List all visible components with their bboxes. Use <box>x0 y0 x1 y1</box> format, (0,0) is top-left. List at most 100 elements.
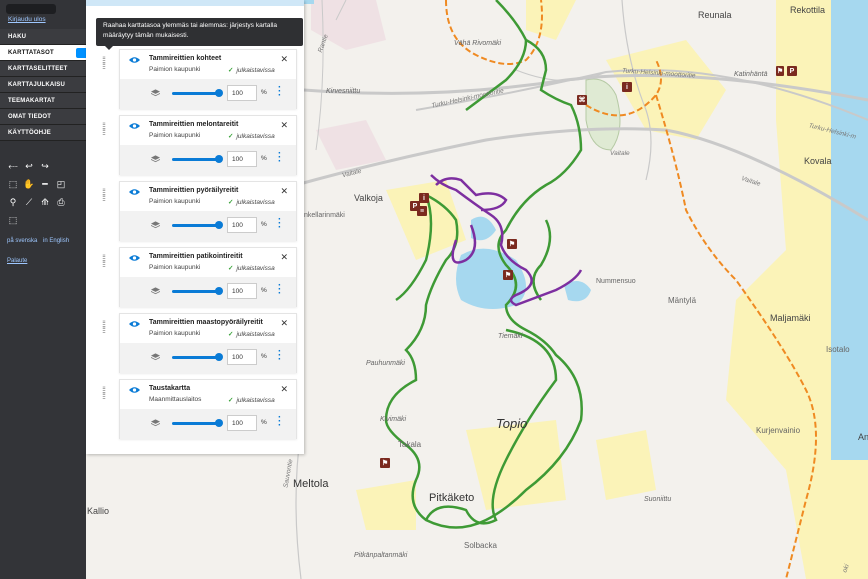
nav-item-karttatasot[interactable]: KARTTATASOT <box>0 45 86 61</box>
place-valkoja: Valkoja <box>354 193 383 203</box>
opacity-slider-handle[interactable] <box>215 89 223 97</box>
zoom-box-icon[interactable]: ⬚ <box>7 178 19 190</box>
select-features-icon[interactable]: ⬚ <box>7 214 19 226</box>
opacity-slider-handle[interactable] <box>215 155 223 163</box>
lang-english-link[interactable]: in English <box>43 238 69 244</box>
trail-sign-icon[interactable]: ⚑ <box>776 66 784 76</box>
remove-layer-button[interactable]: ✕ <box>280 384 288 395</box>
draw-polygon-icon[interactable]: ⟰ <box>39 196 51 208</box>
draw-line-icon[interactable]: ⟋ <box>23 196 35 208</box>
layer-stack-icon <box>151 155 160 163</box>
parking-icon[interactable]: P <box>787 66 797 76</box>
opacity-slider-handle[interactable] <box>215 221 223 229</box>
remove-layer-button[interactable]: ✕ <box>280 120 288 131</box>
opacity-slider-handle[interactable] <box>215 419 223 427</box>
layer-name: Tammireittien kohteet <box>149 55 222 62</box>
place-mantyla: Mäntylä <box>668 296 697 305</box>
check-icon: ✓ <box>228 199 234 206</box>
trail-sign-icon-4[interactable]: ⚑ <box>380 458 390 468</box>
place-katinhanta: Katinhäntä <box>734 71 768 78</box>
place-vaha-rivomaki: Vähä Rivomäki <box>454 40 502 47</box>
layer-card: Taustakartta Maanmittauslaitos ✓ julkaist… <box>119 379 297 439</box>
draw-point-icon[interactable]: ⚲ <box>7 196 19 208</box>
reset-view-icon[interactable]: ⤎ <box>7 160 19 172</box>
nav-item-karttaselitteet[interactable]: KARTTASELITTEET <box>0 61 86 77</box>
layer-card: Tammireittien melontareitit Paimion kaup… <box>119 115 297 175</box>
opacity-slider-handle[interactable] <box>215 353 223 361</box>
nav-item-kayttoohje[interactable]: KÄYTTÖOHJE <box>0 125 86 141</box>
remove-layer-button[interactable]: ✕ <box>280 252 288 263</box>
feedback-link[interactable]: Palaute <box>7 258 27 264</box>
layer-options-menu-icon[interactable]: · · · <box>278 347 281 365</box>
drag-handle-icon[interactable]: ⁞⁞ ⁞⁞ <box>102 254 110 269</box>
place-topio: Topio <box>496 416 528 431</box>
place-kallio: Kallio <box>87 506 110 516</box>
opacity-input[interactable]: 100 <box>227 217 257 233</box>
measure-area-icon[interactable]: ◰ <box>55 178 67 190</box>
drag-handle-icon[interactable]: ⁞⁞ ⁞⁞ <box>102 386 110 401</box>
pan-hand-icon[interactable]: ✋ <box>23 178 35 190</box>
visibility-eye-icon[interactable] <box>129 56 140 64</box>
opacity-input[interactable]: 100 <box>227 415 257 431</box>
logout-link[interactable]: Kirjaudu ulos <box>8 16 86 23</box>
place-suoniittu: Suoniittu <box>644 496 672 503</box>
redo-icon[interactable]: ↪ <box>39 160 51 172</box>
canoe-launch-icon[interactable]: ≡ <box>417 206 427 216</box>
remove-layer-button[interactable]: ✕ <box>280 318 288 329</box>
trail-sign-icon-2[interactable]: ⚑ <box>507 239 517 249</box>
panel-header-strip <box>86 0 304 6</box>
nav-item-haku[interactable]: HAKU <box>0 29 86 45</box>
info-point-icon[interactable]: i <box>622 82 632 92</box>
layer-options-menu-icon[interactable]: · · · <box>278 215 281 233</box>
drag-handle-icon[interactable]: ⁞⁞ ⁞⁞ <box>102 122 110 137</box>
remove-layer-button[interactable]: ✕ <box>280 54 288 65</box>
drag-handle-icon[interactable]: ⁞⁞ ⁞⁞ <box>102 188 110 203</box>
opacity-input[interactable]: 100 <box>227 85 257 101</box>
info-board-icon[interactable]: i <box>419 193 429 203</box>
layer-options-menu-icon[interactable]: · · · <box>278 413 281 431</box>
visibility-eye-icon[interactable] <box>129 320 140 328</box>
place-takala: Takala <box>398 440 422 449</box>
opacity-slider[interactable] <box>172 290 219 293</box>
main-navigation: Kirjaudu ulos HAKU KARTTATASOT KARTTASEL… <box>0 0 86 579</box>
undo-icon[interactable]: ↩ <box>23 160 35 172</box>
nav-item-omat-tiedot[interactable]: OMAT TIEDOT <box>0 109 86 125</box>
drag-handle-icon[interactable]: ⁞⁞ ⁞⁞ <box>102 320 110 335</box>
layer-organization: Paimion kaupunki <box>149 330 201 337</box>
opacity-slider-handle[interactable] <box>215 287 223 295</box>
layer-status-text: julkaistavissa <box>236 199 275 206</box>
layer-status: ✓ julkaistavissa <box>228 132 275 140</box>
opacity-unit: % <box>261 419 267 426</box>
visibility-eye-icon[interactable] <box>129 254 140 262</box>
trail-sign-icon-3[interactable]: ⚑ <box>503 270 513 280</box>
layer-stack-icon <box>151 89 160 97</box>
layer-controls: 100 % · · · <box>120 277 296 307</box>
opacity-slider[interactable] <box>172 92 219 95</box>
layer-stack-icon <box>151 287 160 295</box>
print-icon[interactable]: ⎙ <box>55 196 67 208</box>
layer-organization: Paimion kaupunki <box>149 264 201 271</box>
nav-item-teemakartat[interactable]: TEEMAKARTAT <box>0 93 86 109</box>
opacity-input[interactable]: 100 <box>227 151 257 167</box>
measure-line-icon[interactable]: ━ <box>39 178 51 190</box>
opacity-slider[interactable] <box>172 422 219 425</box>
layer-options-menu-icon[interactable]: · · · <box>278 149 281 167</box>
place-meltola: Meltola <box>293 478 329 490</box>
layer-options-menu-icon[interactable]: · · · <box>278 281 281 299</box>
opacity-slider[interactable] <box>172 356 219 359</box>
visibility-eye-icon[interactable] <box>129 386 140 394</box>
remove-layer-button[interactable]: ✕ <box>280 186 288 197</box>
drag-handle-icon[interactable]: ⁞⁞ ⁞⁞ <box>102 56 110 71</box>
opacity-input[interactable]: 100 <box>227 349 257 365</box>
opacity-slider[interactable] <box>172 224 219 227</box>
active-tab-marker <box>76 48 86 58</box>
opacity-input[interactable]: 100 <box>227 283 257 299</box>
visibility-eye-icon[interactable] <box>129 122 140 130</box>
nav-item-karttajulkaisu[interactable]: KARTTAJULKAISU <box>0 77 86 93</box>
picnic-icon[interactable]: ⌘ <box>577 95 587 105</box>
drag-tooltip: Raahaa karttatasoa ylemmäs tai alemmas: … <box>96 18 303 50</box>
layer-options-menu-icon[interactable]: · · · <box>278 83 281 101</box>
opacity-slider[interactable] <box>172 158 219 161</box>
lang-swedish-link[interactable]: på svenska <box>7 238 37 244</box>
visibility-eye-icon[interactable] <box>129 188 140 196</box>
